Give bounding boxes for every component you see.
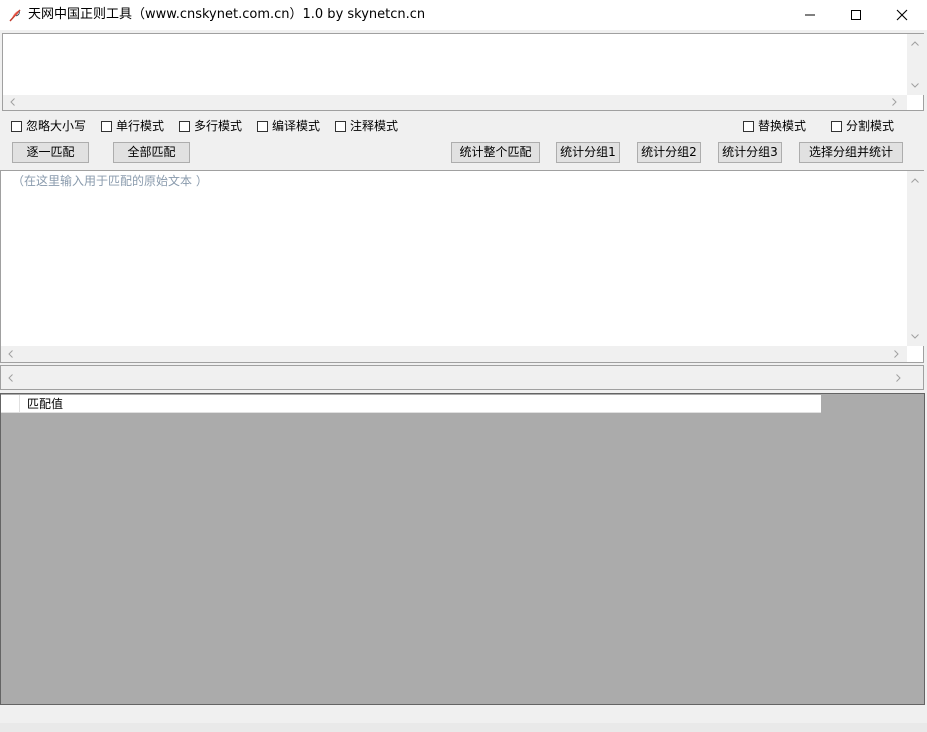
count-group2-button[interactable]: 统计分组2: [637, 142, 701, 163]
scroll-left-icon[interactable]: [5, 373, 15, 383]
checkbox-box[interactable]: [831, 120, 842, 132]
results-list[interactable]: [0, 393, 925, 705]
multi-line-checkbox[interactable]: 多行模式: [179, 118, 242, 134]
single-line-label: 单行模式: [116, 119, 165, 133]
ignore-case-checkbox[interactable]: 忽略大小写: [11, 118, 86, 134]
minimize-icon: [805, 14, 815, 16]
scroll-left-icon[interactable]: [5, 349, 15, 359]
scroll-right-icon[interactable]: [893, 373, 903, 383]
split-mode-checkbox[interactable]: 分割模式: [831, 118, 894, 134]
source-horizontal-scrollbar[interactable]: [1, 346, 907, 362]
checkbox-box[interactable]: [101, 120, 112, 132]
checkbox-box[interactable]: [257, 120, 268, 132]
regex-input[interactable]: [2, 33, 924, 111]
regex-horizontal-scrollbar[interactable]: [3, 95, 907, 110]
scroll-right-icon[interactable]: [891, 349, 901, 359]
match-next-button[interactable]: 逐一匹配: [12, 142, 89, 163]
comment-label: 注释模式: [350, 119, 399, 133]
replace-mode-checkbox[interactable]: 替换模式: [743, 118, 806, 134]
feather-app-icon: [8, 7, 24, 23]
results-header: 匹配值: [1, 395, 821, 413]
maximize-icon: [851, 10, 861, 20]
minimize-button[interactable]: [787, 0, 833, 30]
replace-mode-label: 替换模式: [758, 119, 807, 133]
results-header-index-cell[interactable]: [1, 395, 20, 413]
multi-line-label: 多行模式: [194, 119, 243, 133]
results-header-match-value[interactable]: 匹配值: [27, 396, 63, 412]
maximize-button[interactable]: [833, 0, 879, 30]
checkbox-box[interactable]: [335, 120, 346, 132]
source-text-input[interactable]: [0, 170, 924, 363]
checkbox-box[interactable]: [179, 120, 190, 132]
replace-text-input[interactable]: [0, 365, 924, 390]
count-group1-button[interactable]: 统计分组1: [556, 142, 620, 163]
close-icon: [896, 9, 908, 21]
scroll-left-icon[interactable]: [7, 97, 17, 107]
scroll-down-icon[interactable]: [910, 331, 920, 341]
regex-vertical-scrollbar[interactable]: [907, 34, 924, 95]
split-mode-label: 分割模式: [846, 119, 895, 133]
status-bar-strip: [0, 723, 927, 732]
comment-checkbox[interactable]: 注释模式: [335, 118, 398, 134]
select-group-count-button[interactable]: 选择分组并统计: [799, 142, 903, 163]
checkbox-box[interactable]: [11, 120, 22, 132]
scroll-up-icon[interactable]: [910, 175, 920, 185]
match-all-button[interactable]: 全部匹配: [113, 142, 190, 163]
count-group3-button[interactable]: 统计分组3: [718, 142, 782, 163]
compiled-label: 编译模式: [272, 119, 321, 133]
scroll-up-icon[interactable]: [910, 38, 920, 48]
single-line-checkbox[interactable]: 单行模式: [101, 118, 164, 134]
window-title: 天网中国正则工具（www.cnskynet.com.cn）1.0 by skyn…: [28, 7, 426, 22]
source-vertical-scrollbar[interactable]: [907, 171, 924, 346]
ignore-case-label: 忽略大小写: [26, 119, 87, 133]
compiled-checkbox[interactable]: 编译模式: [257, 118, 320, 134]
source-text-placeholder: （在这里输入用于匹配的原始文本 ）: [12, 174, 208, 188]
scroll-down-icon[interactable]: [910, 80, 920, 90]
scroll-right-icon[interactable]: [889, 97, 899, 107]
close-button[interactable]: [879, 0, 925, 30]
count-whole-match-button[interactable]: 统计整个匹配: [451, 142, 540, 163]
checkbox-box[interactable]: [743, 120, 754, 132]
